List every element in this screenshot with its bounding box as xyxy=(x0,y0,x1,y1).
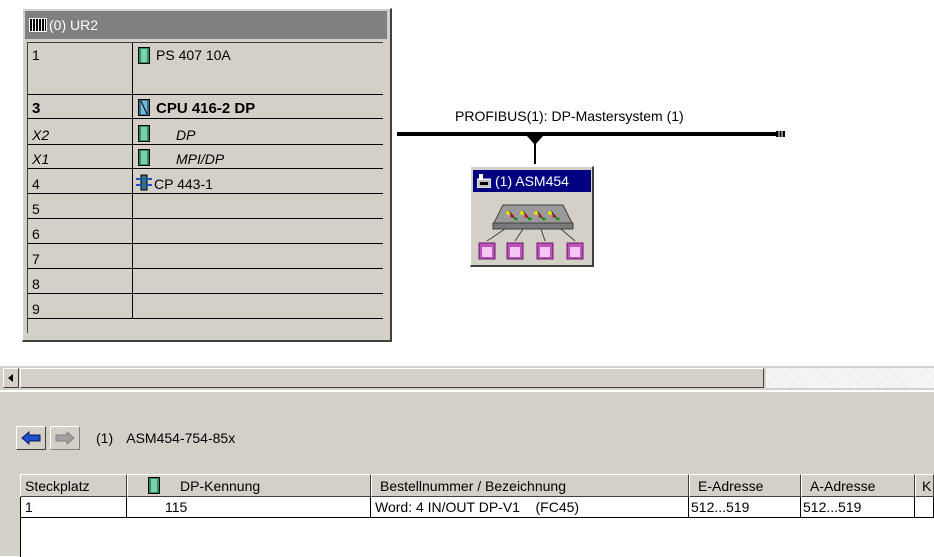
rack-row-slot-x1[interactable]: X1 MPI/DP xyxy=(28,145,383,169)
rack-title: (0) UR2 xyxy=(49,17,99,33)
detail-station-title: (1) ASM454-754-85x xyxy=(96,430,235,446)
profibus-label: PROFIBUS(1): DP-Mastersystem (1) xyxy=(455,108,684,124)
asm454-station[interactable]: (1) ASM454 xyxy=(470,166,594,267)
bus-drop-line xyxy=(534,136,536,164)
rack-row-slot-4[interactable]: 4 CP 443-1 xyxy=(28,169,383,194)
rack-title-bar[interactable]: (0) UR2 xyxy=(25,11,387,39)
table-left-border xyxy=(20,518,21,557)
rack-row-slot-1[interactable]: 1 PS 407 10A xyxy=(28,43,383,95)
scroll-thumb[interactable] xyxy=(20,368,764,388)
column-header-e-adresse[interactable]: E-Adresse xyxy=(689,474,801,497)
bus-end-cap-icon xyxy=(776,131,785,137)
rack-row-slot-3[interactable]: 3 CPU 416-2 DP xyxy=(28,95,383,119)
rack-slot-number: 6 xyxy=(32,226,40,242)
rack-slot-number: 8 xyxy=(32,276,40,292)
column-header-label: DP-Kennung xyxy=(180,478,261,494)
rack-slot-number: 4 xyxy=(32,176,40,192)
rack-slot-number: 7 xyxy=(32,251,40,267)
profibus-line[interactable] xyxy=(392,132,784,136)
station-number: (1) xyxy=(96,430,114,446)
arrow-left-icon xyxy=(21,431,41,445)
rack-module-name: DP xyxy=(176,127,196,143)
horizontal-scrollbar[interactable] xyxy=(0,366,934,390)
back-button[interactable] xyxy=(16,426,46,450)
power-supply-module-icon xyxy=(138,47,150,64)
cell-steckplatz[interactable]: 1 xyxy=(20,497,127,518)
rack-module-name: CP 443-1 xyxy=(154,176,213,192)
dp-module-icon xyxy=(148,477,160,494)
asm-reader-with-tags-icon xyxy=(478,204,584,260)
column-header-steckplatz[interactable]: Steckplatz xyxy=(20,474,127,497)
scroll-left-button[interactable] xyxy=(3,368,19,388)
rack-slot-number: 1 xyxy=(32,47,40,63)
cell-k[interactable] xyxy=(915,497,934,518)
arrow-left-icon xyxy=(8,374,13,382)
cell-dp-kennung[interactable]: 115 xyxy=(127,497,371,518)
station-name: ASM454-754-85x xyxy=(126,430,236,446)
column-header-dp-kennung[interactable]: DP-Kennung xyxy=(127,474,371,497)
rack-slot-number: 3 xyxy=(32,100,41,117)
rack-row-slot-6[interactable]: 6 xyxy=(28,219,383,244)
cell-a-adresse[interactable]: 512...519 xyxy=(801,497,915,518)
station-icon xyxy=(477,174,491,188)
detail-panel: (1) ASM454-754-85x Steckplatz DP-Kennung… xyxy=(0,391,934,557)
cell-bezeichnung[interactable]: Word: 4 IN/OUT DP-V1 (FC45) xyxy=(371,497,689,518)
rack-row-slot-x2[interactable]: X2 DP xyxy=(28,119,383,145)
bus-left-end xyxy=(392,132,397,136)
rack-slot-number: X2 xyxy=(32,127,50,143)
rack-module-name: MPI/DP xyxy=(176,151,225,167)
rack-icon xyxy=(29,18,47,32)
rack-slot-table: 1 PS 407 10A 3 CPU 416-2 DP X2 DP X1 MPI… xyxy=(27,42,383,333)
rack-row-slot-8[interactable]: 8 xyxy=(28,269,383,294)
dp-interface-icon xyxy=(138,125,150,142)
forward-button[interactable] xyxy=(50,426,80,450)
rack-module-name: PS 407 10A xyxy=(156,47,231,63)
mpi-dp-interface-icon xyxy=(138,149,150,166)
column-header-k[interactable]: K xyxy=(915,474,934,497)
cell-e-adresse[interactable]: 512...519 xyxy=(689,497,801,518)
scroll-track[interactable] xyxy=(766,368,934,388)
rack-row-slot-7[interactable]: 7 xyxy=(28,244,383,269)
rack-row-slot-9[interactable]: 9 xyxy=(28,294,383,319)
column-header-bezeichnung[interactable]: Bestellnummer / Bezeichnung xyxy=(371,474,689,497)
station-title: (1) ASM454 xyxy=(495,173,569,189)
rack-window[interactable]: (0) UR2 1 PS 407 10A 3 CPU 416-2 DP X2 D… xyxy=(22,8,392,342)
arrow-right-icon xyxy=(55,431,75,445)
rack-slot-number: 5 xyxy=(32,201,40,217)
rack-row-slot-5[interactable]: 5 xyxy=(28,194,383,219)
rack-slot-number: X1 xyxy=(32,151,50,167)
station-title-bar[interactable]: (1) ASM454 xyxy=(473,170,591,192)
rack-module-name: CPU 416-2 DP xyxy=(156,100,256,117)
rack-slot-number: 9 xyxy=(32,301,40,317)
slot-table: Steckplatz DP-Kennung Bestellnummer / Be… xyxy=(20,474,934,557)
column-header-a-adresse[interactable]: A-Adresse xyxy=(801,474,915,497)
ethernet-cp-module-icon xyxy=(136,174,152,191)
cpu-module-icon xyxy=(138,99,150,116)
